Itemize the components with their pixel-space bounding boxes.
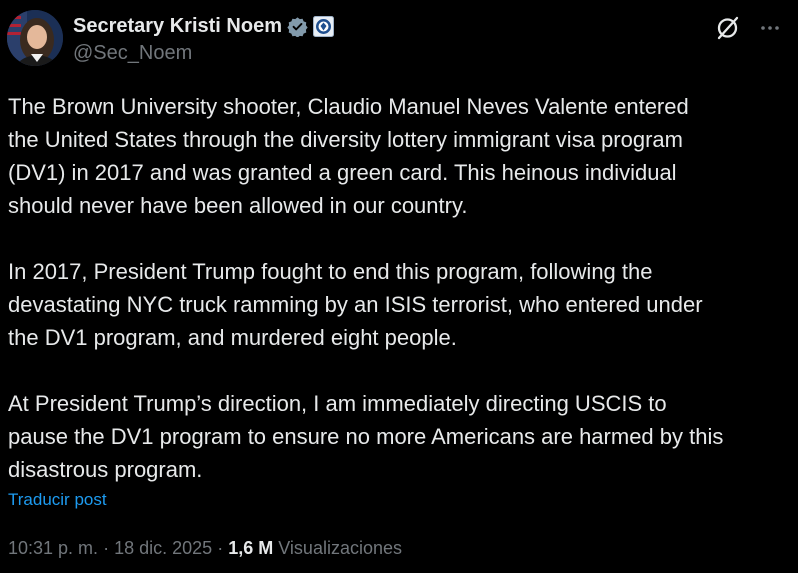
post-top-actions xyxy=(714,14,784,42)
author-handle[interactable]: @Sec_Noem xyxy=(73,42,192,65)
post-paragraph-3: At President Trump’s direction, I am imm… xyxy=(8,391,724,482)
post-time[interactable]: 10:31 p. m. xyxy=(8,538,98,558)
more-horizontal-icon[interactable] xyxy=(756,14,784,42)
post-paragraph-2: In 2017, President Trump fought to end t… xyxy=(8,259,703,350)
avatar[interactable] xyxy=(7,10,63,66)
dhs-seal-icon[interactable] xyxy=(312,15,334,37)
grok-icon[interactable] xyxy=(714,14,742,42)
post-metadata: 10:31 p. m. · 18 dic. 2025 · 1,6 M Visua… xyxy=(8,538,402,559)
author-display-name[interactable]: Secretary Kristi Noem xyxy=(73,15,282,38)
verified-gray-check-icon[interactable] xyxy=(287,16,308,38)
post-paragraph-1: The Brown University shooter, Claudio Ma… xyxy=(8,94,689,218)
post-date[interactable]: 18 dic. 2025 xyxy=(114,538,212,558)
post-container: Secretary Kristi Noem @Sec_Noem The Brow… xyxy=(0,0,798,573)
author-name-row: Secretary Kristi Noem xyxy=(73,12,334,40)
views-label: Visualizaciones xyxy=(278,538,402,558)
views-count[interactable]: 1,6 M xyxy=(228,538,273,558)
avatar-image xyxy=(7,10,63,66)
post-body: The Brown University shooter, Claudio Ma… xyxy=(8,90,790,486)
translate-post-link[interactable]: Traducir post xyxy=(8,490,107,510)
meta-separator: · xyxy=(103,538,110,558)
meta-separator: · xyxy=(217,538,224,558)
